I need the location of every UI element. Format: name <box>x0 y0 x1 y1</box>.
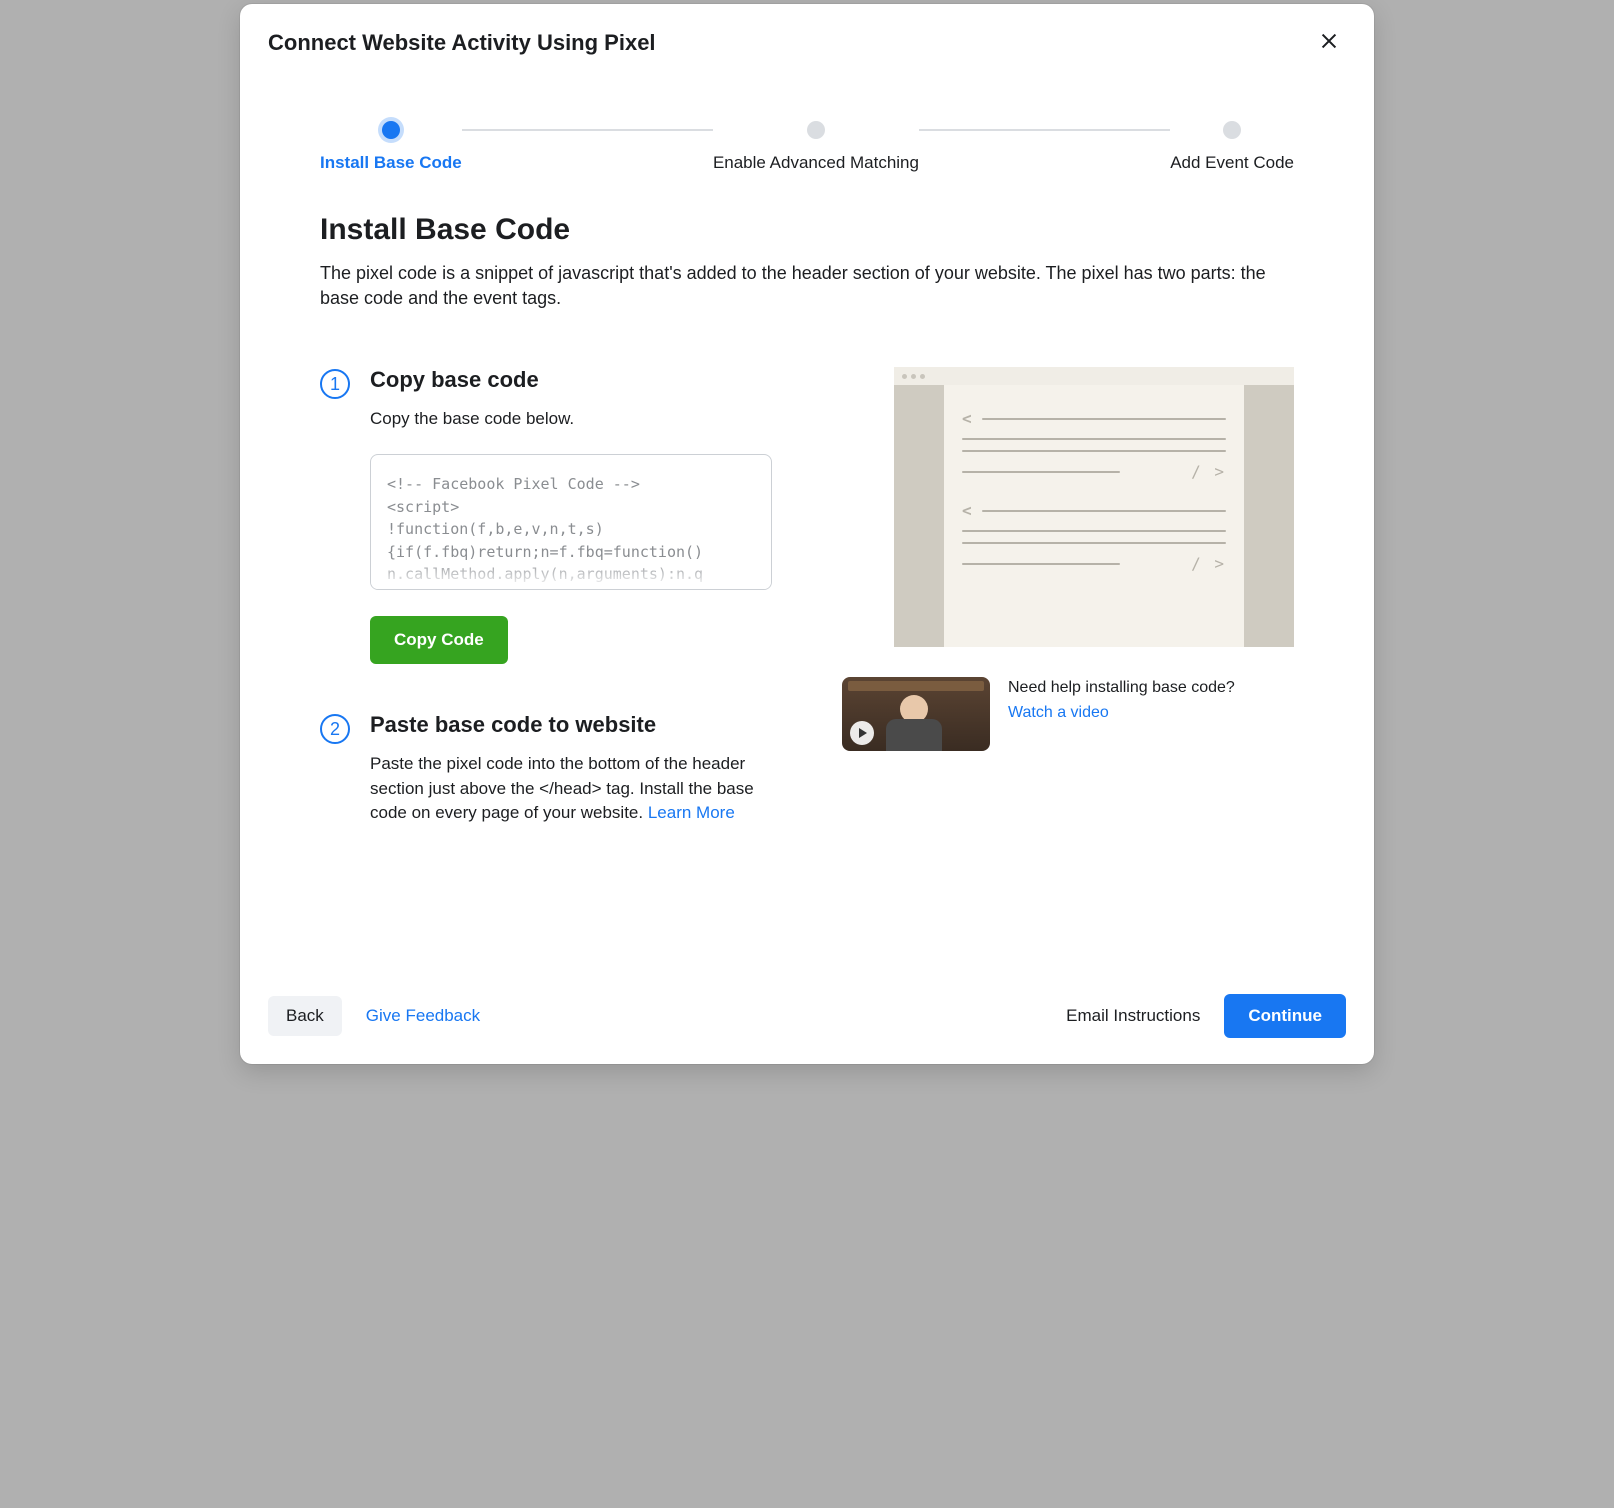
step-title: Paste base code to website <box>370 712 772 738</box>
page-description: The pixel code is a snippet of javascrip… <box>320 261 1294 311</box>
step-dot <box>1223 121 1241 139</box>
modal-title: Connect Website Activity Using Pixel <box>268 30 656 56</box>
step-title: Copy base code <box>370 367 772 393</box>
step-number-badge: 1 <box>320 369 350 399</box>
close-button[interactable] <box>1312 24 1346 61</box>
step-text: Paste the pixel code into the bottom of … <box>370 752 772 826</box>
right-column: < / > < / > <box>842 367 1294 874</box>
step-add-event-code[interactable]: Add Event Code <box>1170 121 1294 173</box>
watch-video-link[interactable]: Watch a video <box>1008 702 1109 724</box>
step-dot <box>807 121 825 139</box>
step-enable-advanced-matching[interactable]: Enable Advanced Matching <box>713 121 919 173</box>
play-icon <box>850 721 874 745</box>
step-body: Copy base code Copy the base code below.… <box>370 367 772 664</box>
copy-code-button[interactable]: Copy Code <box>370 616 508 664</box>
modal-footer: Back Give Feedback Email Instructions Co… <box>240 976 1374 1064</box>
help-text: Need help installing base code? Watch a … <box>1008 677 1235 724</box>
page-title: Install Base Code <box>320 213 1294 247</box>
step-connector <box>919 129 1170 131</box>
step-install-base-code[interactable]: Install Base Code <box>320 121 462 173</box>
step-paste-base-code: 2 Paste base code to website Paste the p… <box>320 712 772 826</box>
step-label: Install Base Code <box>320 153 462 173</box>
left-column: 1 Copy base code Copy the base code belo… <box>320 367 772 874</box>
content-area: Install Base Code The pixel code is a sn… <box>240 213 1374 976</box>
website-illustration: < / > < / > <box>894 367 1294 647</box>
give-feedback-link[interactable]: Give Feedback <box>366 1006 480 1026</box>
pixel-code-box[interactable]: <!-- Facebook Pixel Code --> <script> !f… <box>370 454 772 590</box>
step-copy-base-code: 1 Copy base code Copy the base code belo… <box>320 367 772 664</box>
back-button[interactable]: Back <box>268 996 342 1036</box>
step-label: Add Event Code <box>1170 153 1294 173</box>
modal-connect-pixel: Connect Website Activity Using Pixel Ins… <box>240 4 1374 1064</box>
email-instructions-link[interactable]: Email Instructions <box>1066 1006 1200 1026</box>
step-dot-active <box>382 121 400 139</box>
step-number-badge: 2 <box>320 714 350 744</box>
modal-header: Connect Website Activity Using Pixel <box>240 4 1374 61</box>
help-question: Need help installing base code? <box>1008 677 1235 699</box>
step-label: Enable Advanced Matching <box>713 153 919 173</box>
step-text: Copy the base code below. <box>370 407 772 432</box>
two-column-layout: 1 Copy base code Copy the base code belo… <box>320 367 1294 874</box>
continue-button[interactable]: Continue <box>1224 994 1346 1038</box>
close-icon <box>1318 40 1340 55</box>
step-connector <box>462 129 713 131</box>
video-thumbnail[interactable] <box>842 677 990 751</box>
step-body: Paste base code to website Paste the pix… <box>370 712 772 826</box>
learn-more-link[interactable]: Learn More <box>648 803 735 822</box>
stepper: Install Base Code Enable Advanced Matchi… <box>240 61 1374 213</box>
browser-chrome-icon <box>894 367 1294 385</box>
help-row: Need help installing base code? Watch a … <box>842 677 1294 751</box>
